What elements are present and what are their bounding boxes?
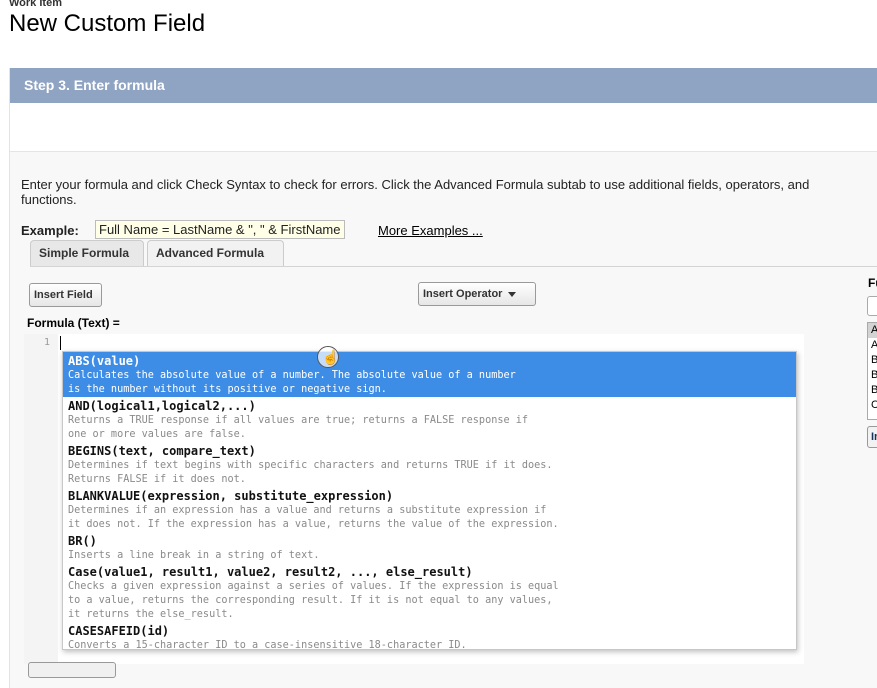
tab-simple-formula[interactable]: Simple Formula bbox=[30, 240, 144, 266]
insert-field-button[interactable]: Insert Field bbox=[29, 283, 102, 307]
function-option[interactable]: A bbox=[868, 338, 877, 353]
mouse-pointer-icon: ☝ bbox=[317, 346, 339, 368]
function-search-input[interactable] bbox=[867, 296, 877, 316]
object-label: Work Item bbox=[9, 0, 62, 9]
function-option[interactable]: C bbox=[868, 398, 877, 413]
functions-label: Fu bbox=[868, 276, 877, 290]
function-option[interactable]: B bbox=[868, 368, 877, 383]
function-signature: ABS(value) bbox=[68, 354, 141, 368]
chevron-down-icon bbox=[508, 291, 517, 297]
function-description: Checks a given expression against a seri… bbox=[68, 581, 559, 620]
autocomplete-item[interactable]: Case(value1, result1, value2, result2, .… bbox=[63, 563, 796, 622]
autocomplete-item[interactable]: BLANKVALUE(expression, substitute_expres… bbox=[63, 487, 796, 532]
tab-divider bbox=[30, 266, 877, 267]
function-signature: BLANKVALUE(expression, substitute_expres… bbox=[68, 489, 394, 503]
function-description: Inserts a line break in a string of text… bbox=[68, 550, 320, 561]
insert-function-button[interactable]: In bbox=[867, 426, 877, 448]
page-title: New Custom Field bbox=[9, 10, 206, 37]
function-signature: BR() bbox=[68, 534, 97, 548]
function-option[interactable]: B bbox=[868, 383, 877, 398]
function-description: Determines if an expression has a value … bbox=[68, 505, 559, 530]
instructions-line-1: Enter your formula and click Check Synta… bbox=[21, 177, 810, 192]
autocomplete-item[interactable]: ABS(value) Calculates the absolute value … bbox=[63, 352, 796, 397]
autocomplete-item[interactable]: BEGINS(text, compare_text) Determines if … bbox=[63, 442, 796, 487]
function-description: Returns a TRUE response if all values ar… bbox=[68, 415, 529, 440]
formula-label: Formula (Text) = bbox=[27, 316, 120, 330]
function-option[interactable]: B bbox=[868, 353, 877, 368]
autocomplete-item[interactable]: AND(logical1,logical2,...) Returns a TRUE… bbox=[63, 397, 796, 442]
insert-operator-label: Insert Operator bbox=[423, 288, 503, 300]
insert-operator-button[interactable]: Insert Operator bbox=[418, 282, 536, 306]
function-option[interactable]: A bbox=[868, 323, 877, 338]
function-signature: CASESAFEID(id) bbox=[68, 624, 170, 638]
example-formula: Full Name = LastName & ", " & FirstName bbox=[95, 220, 345, 239]
instructions-line-2: functions. bbox=[21, 192, 77, 207]
line-number: 1 bbox=[44, 337, 51, 348]
hand-pointer-icon: ☝ bbox=[322, 349, 340, 365]
example-label: Example: bbox=[21, 223, 79, 238]
more-examples-link[interactable]: More Examples ... bbox=[378, 223, 483, 238]
autocomplete-item[interactable]: CASESAFEID(id) Converts a 15-character ID… bbox=[63, 622, 796, 650]
autocomplete-item[interactable]: BR() Inserts a line break in a string of … bbox=[63, 532, 796, 563]
function-list[interactable]: AABBBC bbox=[867, 322, 877, 420]
function-signature: Case(value1, result1, value2, result2, .… bbox=[68, 565, 473, 579]
function-signature: AND(logical1,logical2,...) bbox=[68, 399, 256, 413]
step-toolbar-area bbox=[10, 103, 877, 152]
tab-advanced-formula[interactable]: Advanced Formula bbox=[147, 240, 284, 266]
instructions-text: Enter your formula and click Check Synta… bbox=[21, 177, 877, 207]
function-description: Converts a 15-character ID to a case-ins… bbox=[68, 640, 467, 650]
autocomplete-list[interactable]: ABS(value) Calculates the absolute value … bbox=[62, 351, 797, 650]
text-cursor bbox=[60, 336, 61, 350]
function-description: Determines if text begins with specific … bbox=[68, 460, 553, 485]
line-gutter: 1 bbox=[24, 334, 58, 664]
check-syntax-button[interactable] bbox=[28, 662, 116, 678]
function-description: Calculates the absolute value of a numbe… bbox=[68, 370, 516, 395]
function-signature: BEGINS(text, compare_text) bbox=[68, 444, 256, 458]
step-header: Step 3. Enter formula bbox=[10, 68, 877, 103]
